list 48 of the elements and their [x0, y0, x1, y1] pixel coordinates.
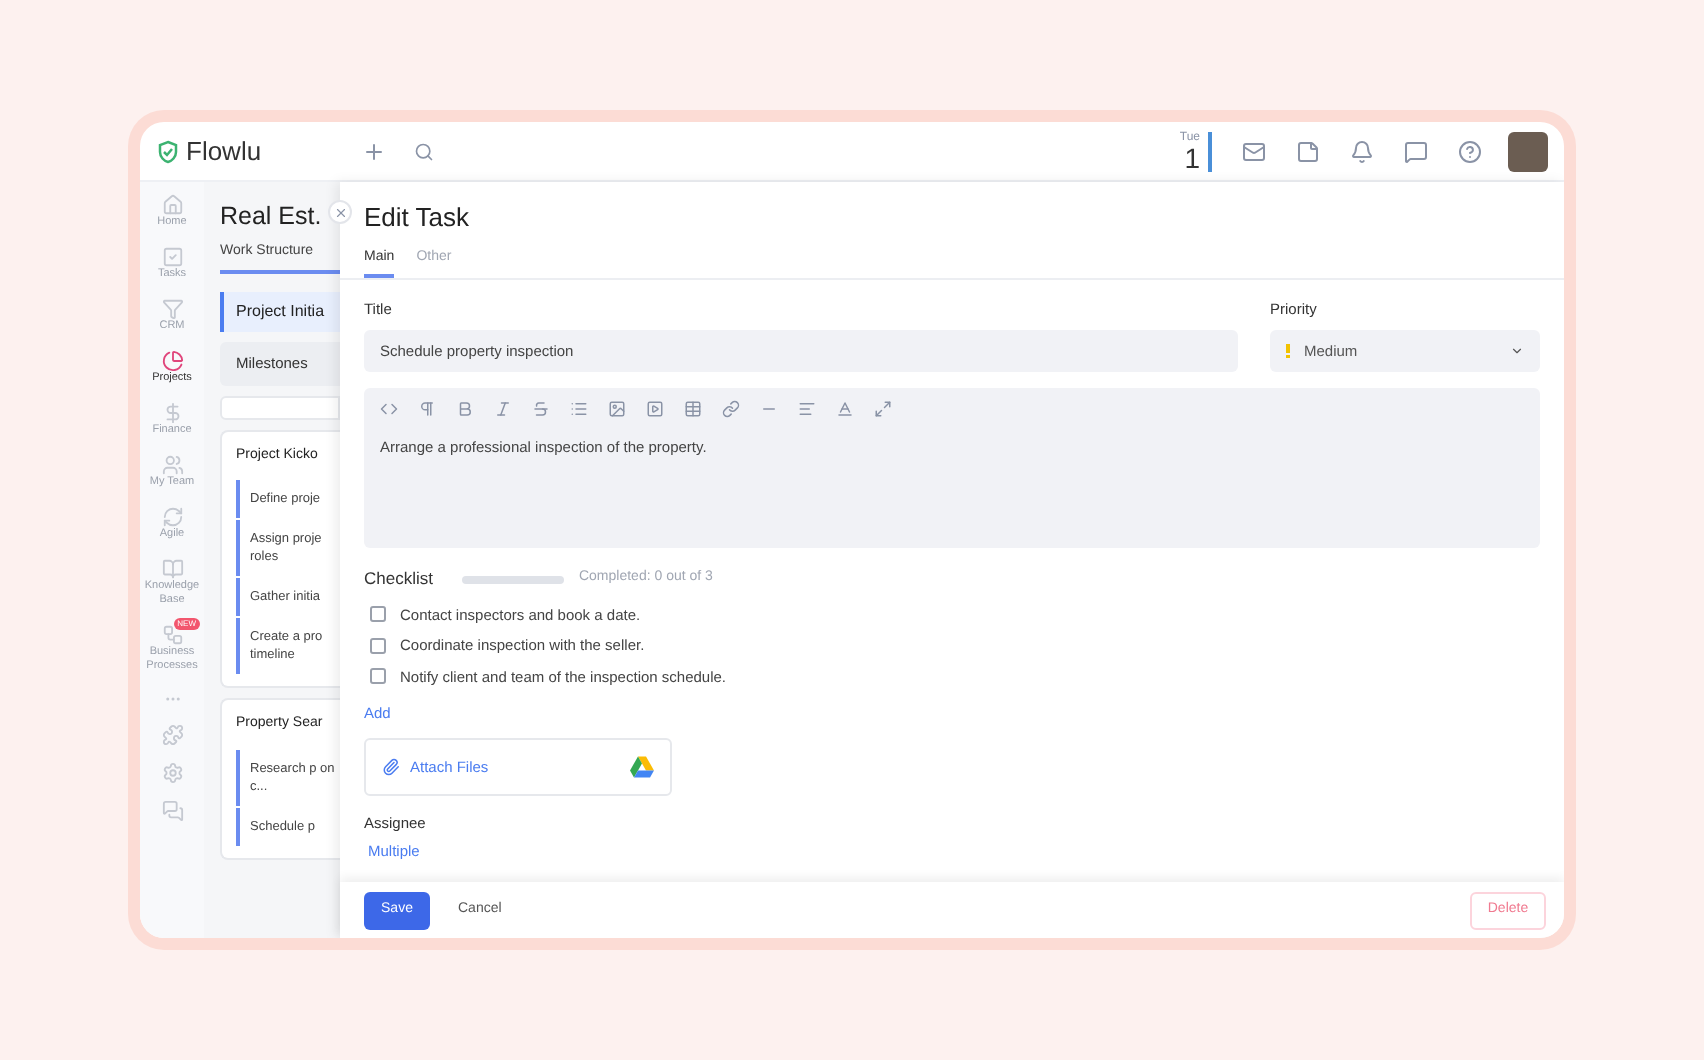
link-icon[interactable] — [722, 400, 740, 419]
checkbox[interactable] — [370, 606, 386, 623]
house-icon — [161, 194, 183, 216]
pie-chart-icon — [161, 350, 183, 372]
people-icon — [161, 454, 183, 476]
paperclip-icon — [382, 757, 400, 776]
strikethrough-icon[interactable] — [532, 400, 550, 419]
bell-icon[interactable] — [1350, 139, 1374, 163]
workflow-icon — [161, 624, 183, 646]
book-icon — [161, 558, 183, 580]
code-icon[interactable] — [380, 400, 398, 419]
list-icon[interactable] — [570, 400, 588, 419]
close-icon — [333, 205, 347, 219]
help-icon[interactable] — [1458, 139, 1482, 163]
chat-icon[interactable] — [1404, 139, 1428, 163]
avatar[interactable] — [1508, 131, 1548, 171]
align-icon[interactable] — [798, 400, 816, 419]
puzzle-icon[interactable] — [161, 724, 183, 746]
gear-icon[interactable] — [161, 762, 183, 784]
stage-item[interactable]: Project Initia — [220, 292, 340, 333]
checkbox[interactable] — [370, 637, 386, 654]
image-icon[interactable] — [608, 400, 626, 419]
dollar-icon — [161, 402, 183, 424]
paragraph-icon[interactable] — [418, 400, 436, 419]
chat-bubbles-icon[interactable] — [161, 800, 183, 822]
table-icon[interactable] — [684, 400, 702, 419]
cycle-icon — [161, 506, 183, 528]
italic-icon[interactable] — [494, 400, 512, 419]
text-color-icon[interactable] — [836, 400, 854, 419]
checkbox[interactable] — [370, 668, 386, 685]
chevron-icon — [1510, 344, 1524, 359]
video-icon[interactable] — [646, 400, 664, 419]
drive-icon — [630, 755, 654, 778]
brand-name: Flowlu — [186, 133, 262, 170]
checklist-label: Checklist — [364, 566, 433, 592]
note-icon[interactable] — [1296, 139, 1320, 163]
project-title: Real Est. — [220, 200, 324, 234]
drawer-title: Edit Task — [364, 200, 472, 236]
checkbox-icon — [161, 246, 183, 268]
mail-icon[interactable] — [1242, 139, 1266, 163]
expand-icon[interactable] — [874, 400, 892, 419]
close-button[interactable] — [328, 200, 352, 224]
day-number: 1 — [1184, 143, 1200, 171]
bold-icon[interactable] — [456, 400, 474, 419]
funnel-icon — [161, 298, 183, 320]
add-button[interactable] — [361, 139, 386, 163]
search-button[interactable] — [413, 141, 434, 161]
logo-icon — [156, 139, 180, 163]
